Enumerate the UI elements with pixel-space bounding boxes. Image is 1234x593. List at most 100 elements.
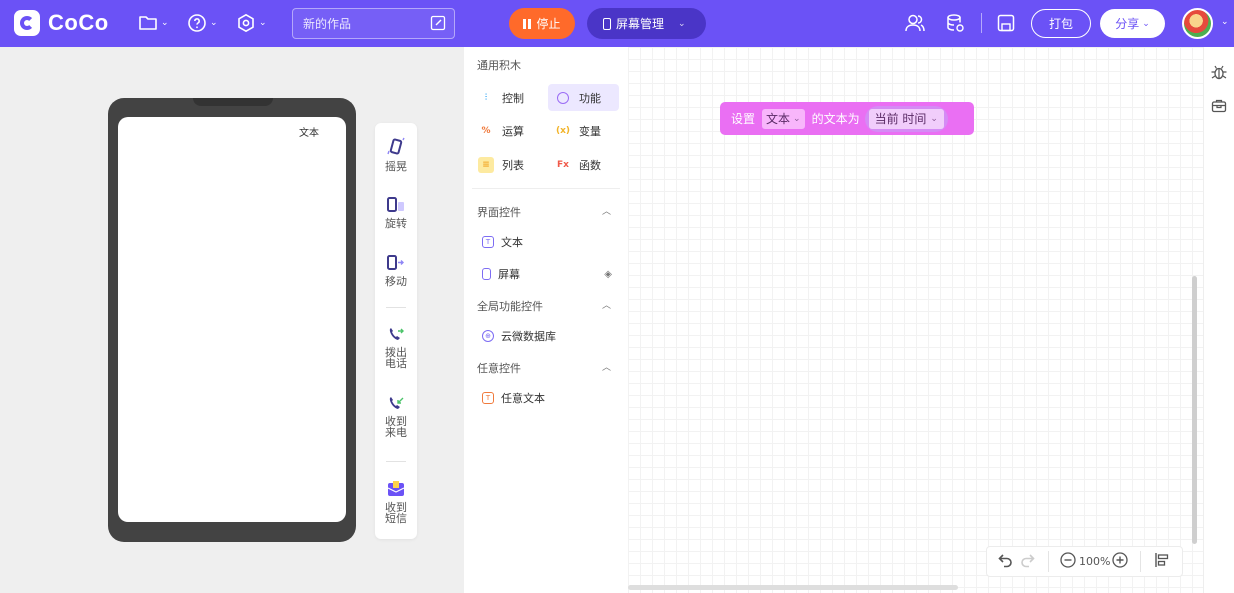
sensor-label: 摇晃 xyxy=(385,160,407,173)
sensor-label: 旋转 xyxy=(385,217,407,230)
text-widget-icon: T xyxy=(482,236,494,248)
horizontal-scrollbar[interactable] xyxy=(628,585,958,590)
bug-icon xyxy=(1211,65,1227,80)
list-icon: ≡ xyxy=(478,156,494,173)
undo-button[interactable] xyxy=(997,551,1015,572)
save-button[interactable] xyxy=(996,12,1016,34)
category-control[interactable]: ⫶ 控制 xyxy=(472,84,542,111)
zoom-out-button[interactable] xyxy=(1060,552,1076,571)
stop-button[interactable]: 停止 xyxy=(509,8,575,39)
section-any-widgets[interactable]: 任意控件 ︿ xyxy=(477,360,611,376)
sensor-shake[interactable]: 摇晃 xyxy=(375,137,417,172)
phone-icon xyxy=(603,17,611,30)
widget-screen[interactable]: 屏幕 ◈ xyxy=(482,266,612,282)
settings-menu[interactable]: ⌄ xyxy=(236,12,267,34)
toolbox-button[interactable] xyxy=(1211,99,1227,116)
help-menu[interactable]: ⌄ xyxy=(187,12,218,34)
chevron-down-icon: ⌄ xyxy=(210,18,218,28)
widget-any-text[interactable]: T 任意文本 xyxy=(482,390,545,406)
category-list[interactable]: ≡ 列表 xyxy=(472,151,542,178)
chevron-up-icon: ︿ xyxy=(601,207,611,217)
sms-icon xyxy=(387,481,405,496)
screen-manage-label: 屏幕管理 xyxy=(616,17,665,31)
call-out-icon xyxy=(389,328,404,340)
widget-label: 屏幕 xyxy=(498,268,520,281)
pause-icon xyxy=(523,18,532,29)
category-label: 列表 xyxy=(502,158,524,172)
screen-text-widget[interactable]: 文本 xyxy=(299,124,319,139)
widget-label: 任意文本 xyxy=(501,392,545,405)
zoom-out-icon xyxy=(1060,552,1076,568)
pack-button[interactable]: 打包 xyxy=(1031,9,1091,38)
layers-icon[interactable]: ◈ xyxy=(604,269,612,280)
toolbar-divider xyxy=(1048,551,1049,572)
zoom-in-button[interactable] xyxy=(1112,552,1128,571)
chevron-down-icon: ⌄ xyxy=(930,113,938,124)
category-label: 变量 xyxy=(579,124,601,138)
sensor-sms[interactable]: 收到短信 xyxy=(375,480,417,524)
target-dropdown[interactable]: 文本 ⌄ xyxy=(762,108,805,129)
section-global-widgets[interactable]: 全局功能控件 ︿ xyxy=(477,298,611,314)
brand-name: CoCo xyxy=(48,10,109,35)
redo-button[interactable] xyxy=(1018,551,1036,572)
screen-manage-button[interactable]: 屏幕管理 ⌄ xyxy=(587,8,706,39)
cloud-db-icon: ⊕ xyxy=(482,330,494,342)
chevron-up-icon: ︿ xyxy=(601,363,611,373)
vertical-scrollbar[interactable] xyxy=(1192,276,1197,544)
chevron-down-icon: ⌄ xyxy=(1142,18,1150,29)
sensor-call-in[interactable]: 收到来电 xyxy=(375,396,417,438)
category-function[interactable]: 功能 xyxy=(548,84,619,111)
align-blocks-button[interactable] xyxy=(1154,552,1170,571)
section-ui-widgets[interactable]: 界面控件 ︿ xyxy=(477,204,611,220)
logo[interactable]: CoCo xyxy=(14,10,109,36)
block-prefix: 设置 xyxy=(731,112,756,126)
any-text-icon: T xyxy=(482,392,494,404)
toolbox-icon xyxy=(1211,99,1227,113)
coco-logo-icon xyxy=(14,10,40,36)
database-button[interactable] xyxy=(945,12,965,34)
users-icon xyxy=(905,14,925,32)
zoom-in-icon xyxy=(1112,552,1128,568)
share-button[interactable]: 分享 ⌄ xyxy=(1100,9,1165,38)
time-dropdown[interactable]: 当前 时间 ⌄ xyxy=(868,108,944,129)
category-fx[interactable]: Fx 函数 xyxy=(548,151,619,178)
target-value: 文本 xyxy=(766,112,791,126)
category-label: 功能 xyxy=(579,91,601,105)
toolbar-divider xyxy=(1140,551,1141,572)
shake-icon xyxy=(387,137,405,155)
widget-cloud-db[interactable]: ⊕ 云微数据库 xyxy=(482,328,556,344)
operator-icon: % xyxy=(481,125,491,136)
chevron-down-icon[interactable]: ⌄ xyxy=(1221,17,1229,27)
sensor-move[interactable]: 移动 xyxy=(375,254,417,287)
collaborators-button[interactable] xyxy=(904,12,926,34)
sensor-call-out[interactable]: 拨出电话 xyxy=(375,327,417,369)
sensor-label: 拨出电话 xyxy=(385,346,407,370)
sensor-divider xyxy=(386,307,406,308)
sensor-rotate[interactable]: 旋转 xyxy=(375,196,417,229)
variable-icon: (x) xyxy=(555,125,571,136)
right-rail xyxy=(1203,47,1234,593)
fx-icon: Fx xyxy=(557,159,569,170)
chevron-up-icon: ︿ xyxy=(601,301,611,311)
block-middle-text: 的文本为 xyxy=(811,112,860,126)
align-icon xyxy=(1155,553,1169,567)
edit-title-icon[interactable] xyxy=(430,15,446,34)
file-menu[interactable]: ⌄ xyxy=(138,12,169,34)
category-variable[interactable]: (x) 变量 xyxy=(548,117,619,144)
time-value: 当前 时间 xyxy=(874,112,927,126)
category-operator[interactable]: % 运算 xyxy=(472,117,542,144)
section-title: 全局功能控件 xyxy=(477,300,543,313)
sensor-divider xyxy=(386,461,406,462)
sensor-label: 收到来电 xyxy=(385,415,407,439)
avatar[interactable] xyxy=(1182,8,1213,39)
debug-button[interactable] xyxy=(1210,63,1228,84)
current-time-reporter[interactable]: 当前 时间 ⌄ xyxy=(864,105,948,132)
stop-label: 停止 xyxy=(536,17,561,31)
widget-text[interactable]: T 文本 xyxy=(482,234,523,250)
section-title: 任意控件 xyxy=(477,362,521,375)
call-in-icon xyxy=(389,397,404,409)
set-text-block[interactable]: 设置 文本 ⌄ 的文本为 当前 时间 ⌄ xyxy=(720,102,974,135)
move-icon xyxy=(387,255,404,270)
phone-screen[interactable] xyxy=(118,117,346,522)
rotate-icon xyxy=(387,197,404,212)
